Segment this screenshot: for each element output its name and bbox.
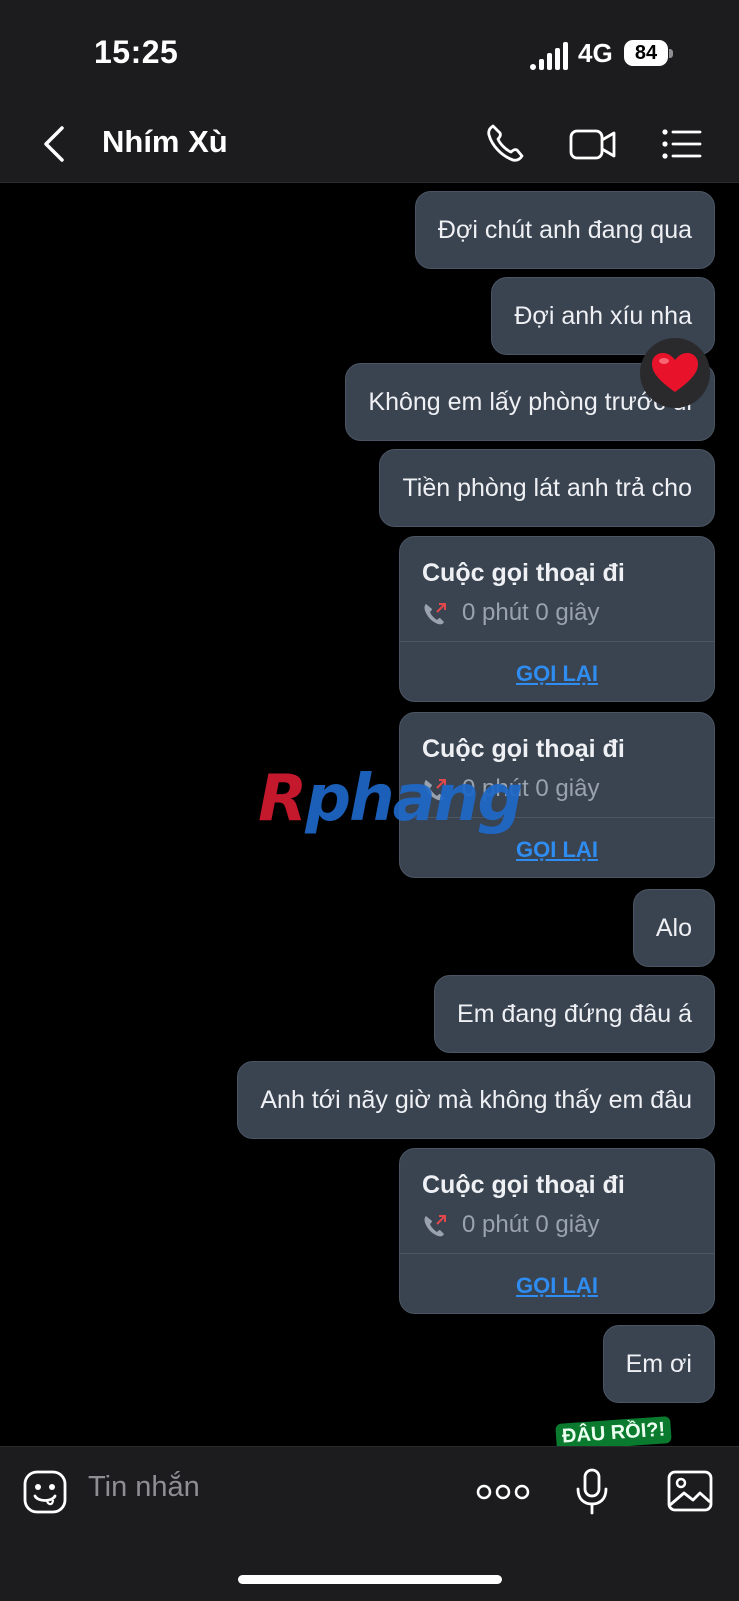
- chat-header: Nhím Xù: [0, 108, 739, 183]
- message-bubble[interactable]: Em đang đứng đâu á: [434, 975, 715, 1053]
- battery-level: 84: [624, 40, 668, 66]
- message-bubble[interactable]: Đợi chút anh đang qua: [414, 191, 715, 269]
- image-icon[interactable]: [666, 1469, 714, 1513]
- status-time: 15:25: [94, 34, 179, 70]
- divider: [400, 1253, 714, 1254]
- microphone-icon[interactable]: [572, 1467, 612, 1517]
- redial-link[interactable]: GỌI LẠI: [400, 1273, 714, 1299]
- status-bar: 15:25 4G 84: [0, 0, 739, 108]
- message-bubble[interactable]: Tiền phòng lát anh trả cho: [379, 449, 715, 527]
- message-input[interactable]: Tin nhắn: [88, 1471, 200, 1504]
- heart-icon: [652, 353, 698, 392]
- contact-name[interactable]: Nhím Xù: [102, 124, 228, 160]
- menu-icon[interactable]: [660, 122, 702, 166]
- call-title: Cuộc gọi thoại đi: [422, 1171, 625, 1199]
- heart-reaction[interactable]: [640, 338, 710, 408]
- watermark-logo: Rphang: [258, 762, 523, 836]
- emoji-icon[interactable]: [22, 1469, 68, 1515]
- call-duration: 0 phút 0 giây: [462, 1211, 600, 1238]
- network-type: 4G: [578, 38, 613, 68]
- outgoing-call-icon: [424, 1215, 446, 1237]
- home-indicator: [238, 1575, 502, 1584]
- redial-link[interactable]: GỌI LẠI: [400, 661, 714, 687]
- divider: [400, 641, 714, 642]
- call-duration: 0 phút 0 giây: [462, 599, 600, 626]
- more-options-icon[interactable]: [476, 1483, 530, 1501]
- video-call-icon[interactable]: [568, 122, 618, 166]
- call-log-card[interactable]: Cuộc gọi thoại đi 0 phút 0 giây GỌI LẠI: [399, 1148, 715, 1314]
- call-title: Cuộc gọi thoại đi: [422, 559, 625, 587]
- battery-icon: 84: [624, 40, 673, 68]
- call-title: Cuộc gọi thoại đi: [422, 735, 625, 763]
- message-composer: Tin nhắn: [0, 1446, 739, 1601]
- signal-icon: [530, 42, 568, 70]
- phone-icon[interactable]: [484, 122, 530, 166]
- back-icon[interactable]: [38, 124, 74, 164]
- outgoing-call-icon: [424, 603, 446, 625]
- redial-link[interactable]: GỌI LẠI: [400, 837, 714, 863]
- message-bubble[interactable]: Em ơi: [602, 1325, 715, 1403]
- call-log-card[interactable]: Cuộc gọi thoại đi 0 phút 0 giây GỌI LẠI: [399, 536, 715, 702]
- message-bubble[interactable]: Anh tới nãy giờ mà không thấy em đâu: [237, 1061, 715, 1139]
- message-bubble[interactable]: Alo: [632, 889, 715, 967]
